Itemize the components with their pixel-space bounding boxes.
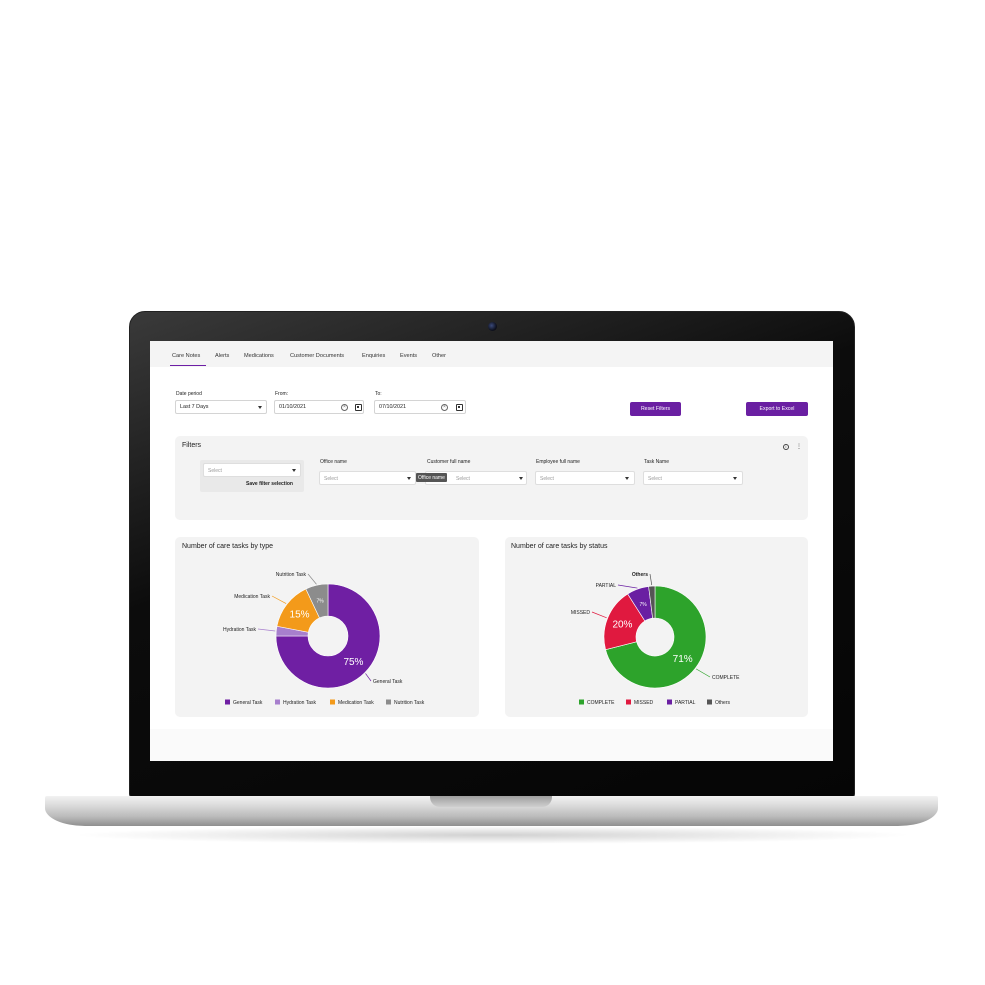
legend-label[interactable]: COMPLETE — [587, 700, 615, 706]
task-name-placeholder: Select — [648, 475, 662, 482]
legend-label[interactable]: Others — [715, 700, 731, 706]
saved-filter-placeholder: Select — [208, 467, 222, 474]
date-period-label: Date period — [176, 391, 202, 397]
tab-events[interactable]: Events — [400, 353, 417, 359]
customer-full-name-label: Customer full name — [427, 459, 471, 465]
slice-name-label: Hydration Task — [223, 627, 256, 633]
to-date-value: 07/10/2021 — [379, 404, 406, 410]
task-name-select[interactable]: Select — [643, 471, 743, 485]
employee-full-name-select[interactable]: Select — [535, 471, 635, 485]
chevron-down-icon — [292, 469, 296, 472]
slice-name-label: General Task — [373, 679, 403, 685]
slice-name-label: MISSED — [571, 610, 591, 616]
slice-name-label: COMPLETE — [712, 675, 740, 681]
leader-line — [307, 573, 317, 585]
office-name-label: Office name — [320, 459, 347, 465]
data-label: 71% — [673, 654, 693, 665]
leader-line — [257, 628, 276, 632]
data-label: 15% — [290, 609, 310, 620]
slice-name-label: Medication Task — [234, 594, 270, 600]
app-screen: Care Notes Alerts Medications Customer D… — [150, 341, 833, 761]
laptop-notch — [430, 796, 552, 807]
tab-medications[interactable]: Medications — [244, 353, 274, 359]
more-options-icon[interactable]: ⋮ — [796, 443, 802, 450]
tab-enquiries[interactable]: Enquiries — [362, 353, 385, 359]
legend-swatch — [386, 699, 391, 705]
legend-label[interactable]: General Task — [233, 700, 263, 706]
legend-label[interactable]: Nutrition Task — [394, 700, 425, 706]
tasks-by-status-chart: 71% COMPLETE 20% MISSED 7% PARTIAL Others COMPL… — [571, 572, 740, 706]
filters-title: Filters — [182, 442, 202, 449]
tasks-by-type-chart: 75% General Task Hydration Task 15% Medicati… — [223, 572, 425, 706]
legend-swatch — [275, 699, 280, 705]
chevron-down-icon — [258, 406, 262, 409]
slice-name-label: Nutrition Task — [276, 572, 307, 578]
legend-swatch — [225, 699, 230, 705]
legend-label[interactable]: PARTIAL — [675, 700, 696, 706]
employee-full-name-label: Employee full name — [536, 459, 580, 465]
leader-line — [271, 595, 287, 604]
from-date-value: 01/10/2021 — [279, 404, 306, 410]
laptop-shadow — [70, 826, 915, 844]
chevron-down-icon — [733, 477, 737, 480]
info-icon[interactable]: i — [783, 444, 789, 450]
legend-swatch — [626, 699, 631, 705]
chevron-down-icon — [407, 477, 411, 480]
clear-icon[interactable]: × — [441, 404, 448, 411]
legend-label[interactable]: MISSED — [634, 700, 654, 706]
from-label: From: — [275, 391, 289, 397]
leader-line — [617, 584, 638, 589]
leader-line — [695, 668, 711, 678]
from-date-field[interactable]: 01/10/2021 × — [274, 400, 364, 414]
tab-bar: Care Notes Alerts Medications Customer D… — [150, 341, 833, 367]
customer-full-name-placeholder: Select — [456, 475, 470, 482]
tab-other[interactable]: Other — [432, 353, 446, 359]
clear-icon[interactable]: × — [341, 404, 348, 411]
legend-label[interactable]: Hydration Task — [283, 700, 316, 706]
active-tab-indicator — [170, 365, 206, 366]
chevron-down-icon — [625, 477, 629, 480]
data-label: 7% — [640, 602, 648, 608]
tab-care-notes[interactable]: Care Notes — [172, 353, 200, 359]
chevron-down-icon — [519, 477, 523, 480]
saved-filter-area: Select Save filter selection — [200, 460, 304, 492]
task-name-label: Task Name — [644, 459, 670, 465]
webcam-icon — [488, 322, 497, 331]
leader-line — [649, 573, 653, 586]
leader-line — [591, 611, 607, 619]
calendar-icon[interactable] — [456, 404, 463, 411]
slice-name-label: PARTIAL — [596, 583, 617, 589]
legend-label[interactable]: Medication Task — [338, 700, 374, 706]
to-label: To: — [375, 391, 382, 397]
tasks-by-status-panel: Number of care tasks by status 71% COMPLE… — [505, 537, 808, 717]
to-date-field[interactable]: 07/10/2021 × — [374, 400, 466, 414]
legend-swatch — [579, 699, 584, 705]
filters-panel: Filters i ⋮ Select Save filter selection… — [175, 436, 808, 520]
slice-name-label: Others — [632, 572, 648, 578]
tab-customer-documents[interactable]: Customer Documents — [290, 353, 344, 359]
tab-alerts[interactable]: Alerts — [215, 353, 229, 359]
page-footer — [150, 729, 833, 761]
date-period-select[interactable]: Last 7 Days — [175, 400, 267, 414]
legend-swatch — [707, 699, 712, 705]
data-label: 7% — [317, 599, 325, 605]
legend-swatch — [330, 699, 335, 705]
product-mockup: Care Notes Alerts Medications Customer D… — [0, 0, 985, 985]
save-filter-selection-link[interactable]: Save filter selection — [246, 481, 293, 487]
reset-filters-button[interactable]: Reset Filters — [630, 402, 681, 416]
office-name-tooltip: Office name — [416, 473, 447, 482]
leader-line — [365, 673, 372, 682]
data-label: 75% — [343, 657, 363, 668]
legend-swatch — [667, 699, 672, 705]
office-name-placeholder: Select — [324, 475, 338, 482]
saved-filter-select[interactable]: Select — [203, 463, 301, 477]
data-label: 20% — [612, 620, 632, 631]
office-name-select[interactable]: Select — [319, 471, 416, 485]
date-period-value: Last 7 Days — [180, 404, 209, 410]
tasks-by-type-panel: Number of care tasks by type 75% General … — [175, 537, 479, 717]
export-to-excel-button[interactable]: Export to Excel — [746, 402, 808, 416]
employee-full-name-placeholder: Select — [540, 475, 554, 482]
calendar-icon[interactable] — [355, 404, 362, 411]
